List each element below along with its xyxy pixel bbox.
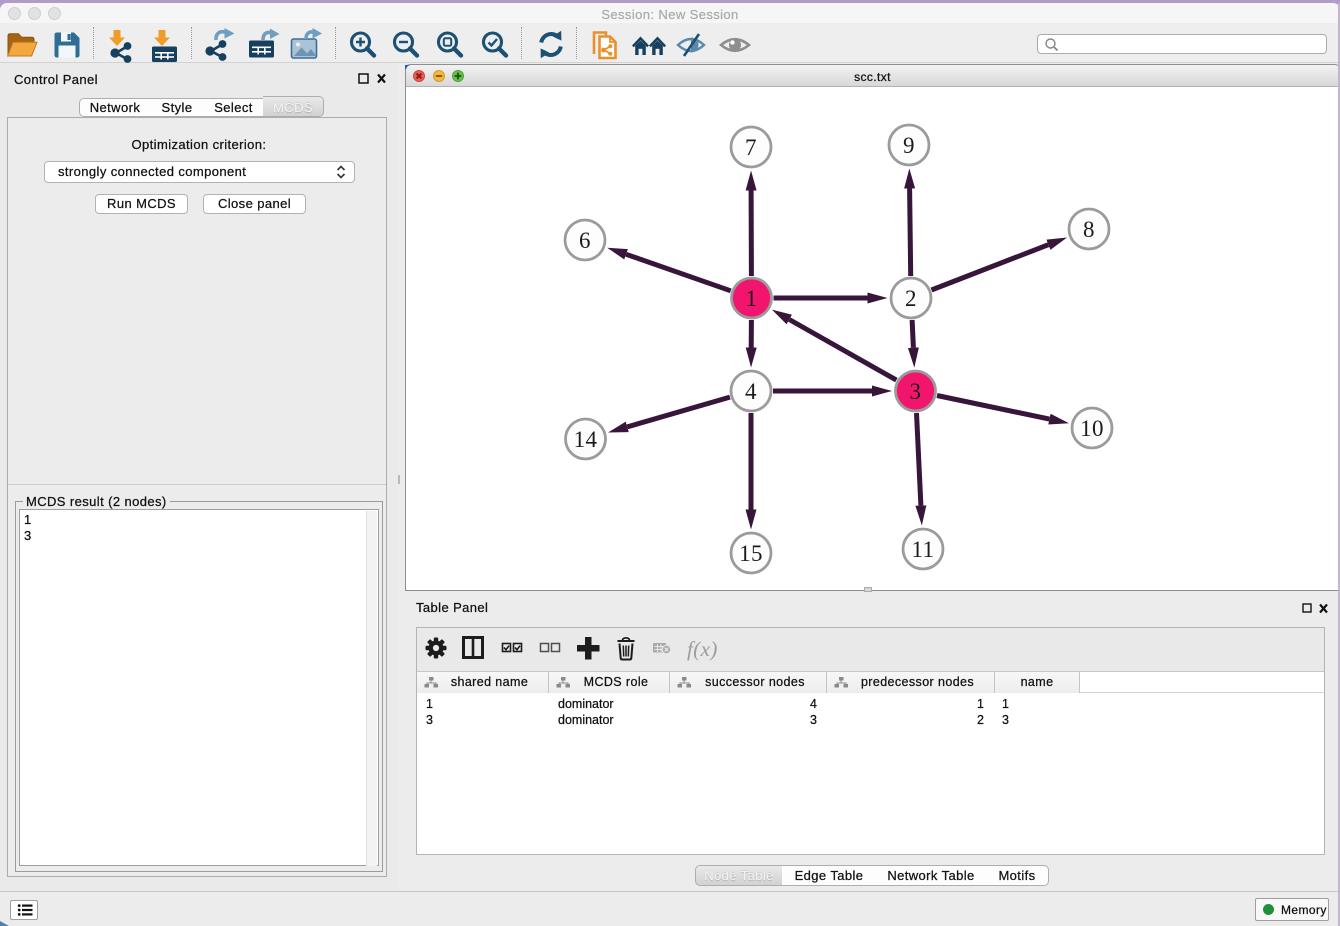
svg-text:8: 8 xyxy=(1083,217,1095,242)
svg-text:f(x): f(x) xyxy=(687,637,718,661)
svg-text:4: 4 xyxy=(745,379,757,404)
svg-text:15: 15 xyxy=(739,541,763,566)
svg-text:3: 3 xyxy=(910,379,922,404)
svg-text:1: 1 xyxy=(746,286,758,311)
svg-text:2: 2 xyxy=(905,286,917,311)
svg-text:9: 9 xyxy=(903,133,915,158)
svg-text:7: 7 xyxy=(745,135,757,160)
svg-text:11: 11 xyxy=(912,537,935,562)
svg-text:10: 10 xyxy=(1080,416,1104,441)
svg-text:6: 6 xyxy=(579,228,591,253)
svg-text:14: 14 xyxy=(574,427,598,452)
